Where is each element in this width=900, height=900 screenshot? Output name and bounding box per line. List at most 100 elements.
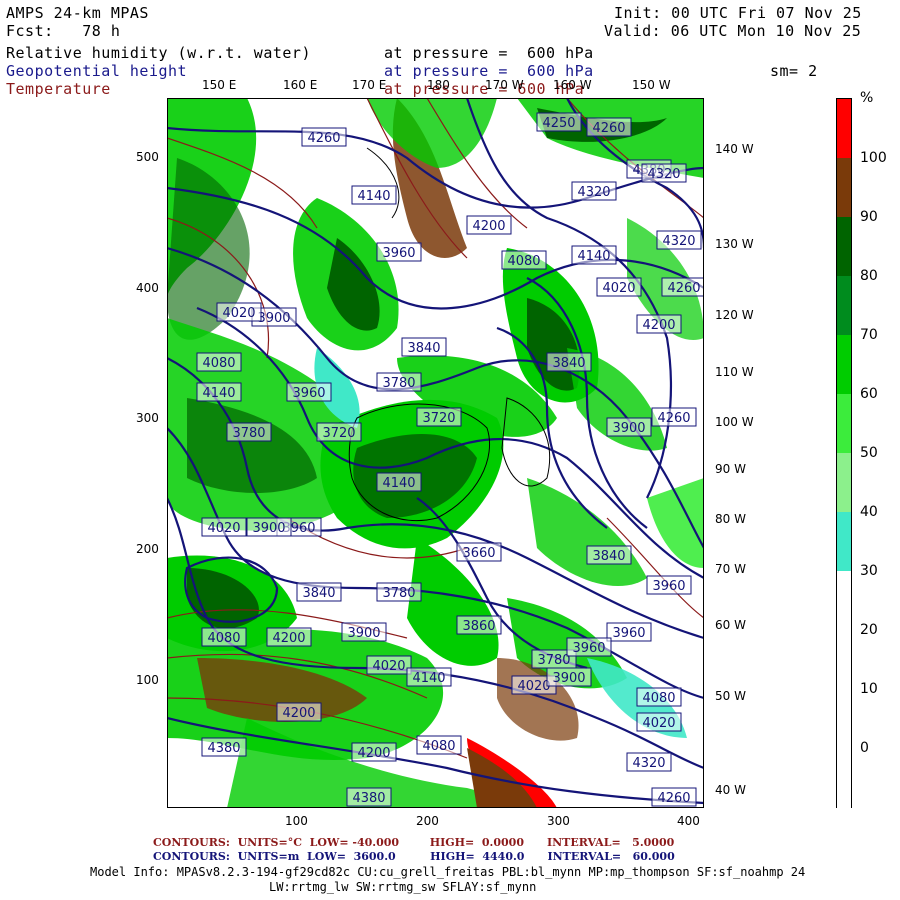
right-lon-label: 70 W (715, 562, 746, 576)
svg-text:4020: 4020 (372, 659, 405, 674)
contour-units: UNITS=m (237, 850, 300, 863)
svg-text:4200: 4200 (357, 746, 390, 761)
svg-text:3720: 3720 (422, 411, 455, 426)
svg-text:4250: 4250 (542, 116, 575, 131)
svg-text:4080: 4080 (507, 254, 540, 269)
height-label: 4320 (626, 752, 672, 772)
svg-text:3960: 3960 (572, 641, 605, 656)
height-label: 4260 (651, 787, 697, 807)
init-time: Init: 00 UTC Fri 07 Nov 25 (614, 4, 862, 22)
y-tick-label: 200 (136, 542, 159, 556)
contour-units: UNITS=°C (237, 836, 302, 849)
height-label: 3960 (376, 242, 422, 262)
svg-text:4080: 4080 (202, 356, 235, 371)
colorbar-segment (837, 748, 851, 808)
svg-text:3780: 3780 (382, 586, 415, 601)
svg-text:4260: 4260 (667, 281, 700, 296)
svg-text:4320: 4320 (647, 167, 680, 182)
svg-text:3840: 3840 (552, 356, 585, 371)
contour-low: LOW= -40.000 (309, 836, 400, 849)
svg-text:4080: 4080 (422, 739, 455, 754)
svg-text:4260: 4260 (657, 791, 690, 806)
svg-text:4080: 4080 (207, 631, 240, 646)
colorbar-label: 90 (860, 209, 878, 225)
height-label: 4140 (406, 667, 452, 687)
height-label: 3780 (376, 372, 422, 392)
colorbar-segment (837, 630, 851, 690)
contour-label: CONTOURS: (153, 836, 230, 849)
svg-text:3900: 3900 (252, 521, 285, 536)
height-label: 3960 (606, 622, 652, 642)
right-lon-label: 40 W (715, 783, 746, 797)
colorbar-segment (837, 158, 851, 218)
svg-text:4020: 4020 (222, 306, 255, 321)
svg-text:3780: 3780 (537, 653, 570, 668)
svg-text:4140: 4140 (412, 671, 445, 686)
x-tick-label: 300 (547, 814, 570, 828)
height-label: 3720 (416, 407, 462, 427)
height-label: 3840 (546, 352, 592, 372)
svg-text:4320: 4320 (632, 756, 665, 771)
top-lon-label: 150 E (202, 78, 237, 92)
humidity-colorbar (836, 98, 852, 808)
svg-text:3900: 3900 (552, 671, 585, 686)
svg-text:4200: 4200 (642, 318, 675, 333)
svg-text:3720: 3720 (322, 426, 355, 441)
svg-text:4380: 4380 (207, 741, 240, 756)
height-label: 4200 (351, 742, 397, 762)
height-label: 3960 (646, 575, 692, 595)
svg-text:4020: 4020 (517, 679, 550, 694)
svg-text:3900: 3900 (257, 311, 290, 326)
svg-text:4200: 4200 (472, 219, 505, 234)
height-label: 4020 (201, 517, 247, 537)
height-label: 4140 (376, 472, 422, 492)
height-label: 4380 (201, 737, 247, 757)
height-label: 4020 (596, 277, 642, 297)
height-label: 4260 (651, 407, 697, 427)
colorbar-label: 40 (860, 504, 878, 520)
colorbar-segment (837, 571, 851, 631)
y-tick-label: 100 (136, 673, 159, 687)
height-label: 3780 (226, 422, 272, 442)
height-label: 3900 (546, 667, 592, 687)
height-label: 3860 (456, 615, 502, 635)
x-tick-label: 200 (416, 814, 439, 828)
colorbar-label: 0 (860, 740, 869, 756)
top-lon-label: 160 W (553, 78, 592, 92)
svg-text:4080: 4080 (642, 691, 675, 706)
colorbar-segment (837, 512, 851, 572)
svg-text:4200: 4200 (272, 631, 305, 646)
height-label: 4200 (276, 702, 322, 722)
colorbar-label: 30 (860, 563, 878, 579)
height-label: 3840 (586, 545, 632, 565)
svg-text:4140: 4140 (577, 249, 610, 264)
svg-text:3840: 3840 (592, 549, 625, 564)
field-rh-pressure: at pressure = 600 hPa (384, 44, 594, 62)
svg-text:4380: 4380 (352, 791, 385, 806)
colorbar-label: 10 (860, 681, 878, 697)
contour-low: LOW= 3600.0 (307, 850, 396, 863)
colorbar-segment (837, 453, 851, 513)
height-label: 4020 (366, 655, 412, 675)
svg-text:4260: 4260 (307, 131, 340, 146)
colorbar-segment (837, 217, 851, 277)
svg-text:3860: 3860 (462, 619, 495, 634)
height-label: 3840 (401, 337, 447, 357)
svg-text:4260: 4260 (657, 411, 690, 426)
height-label: 4320 (641, 163, 687, 183)
temp-contour-info: CONTOURS: UNITS=°C LOW= -40.000 HIGH= 0.… (153, 836, 674, 849)
height-label: 4080 (201, 627, 247, 647)
height-label: 4320 (571, 181, 617, 201)
height-label: 3960 (286, 382, 332, 402)
height-label: 4260 (301, 127, 347, 147)
svg-text:3900: 3900 (347, 626, 380, 641)
svg-text:3840: 3840 (302, 586, 335, 601)
top-lon-label: 150 W (632, 78, 671, 92)
y-tick-label: 300 (136, 411, 159, 425)
field-temp-name: Temperature (6, 80, 111, 98)
colorbar-segment (837, 276, 851, 336)
height-label: 4080 (196, 352, 242, 372)
height-label: 4200 (466, 215, 512, 235)
colorbar-segment (837, 689, 851, 749)
valid-time: Valid: 06 UTC Mon 10 Nov 25 (604, 22, 862, 40)
